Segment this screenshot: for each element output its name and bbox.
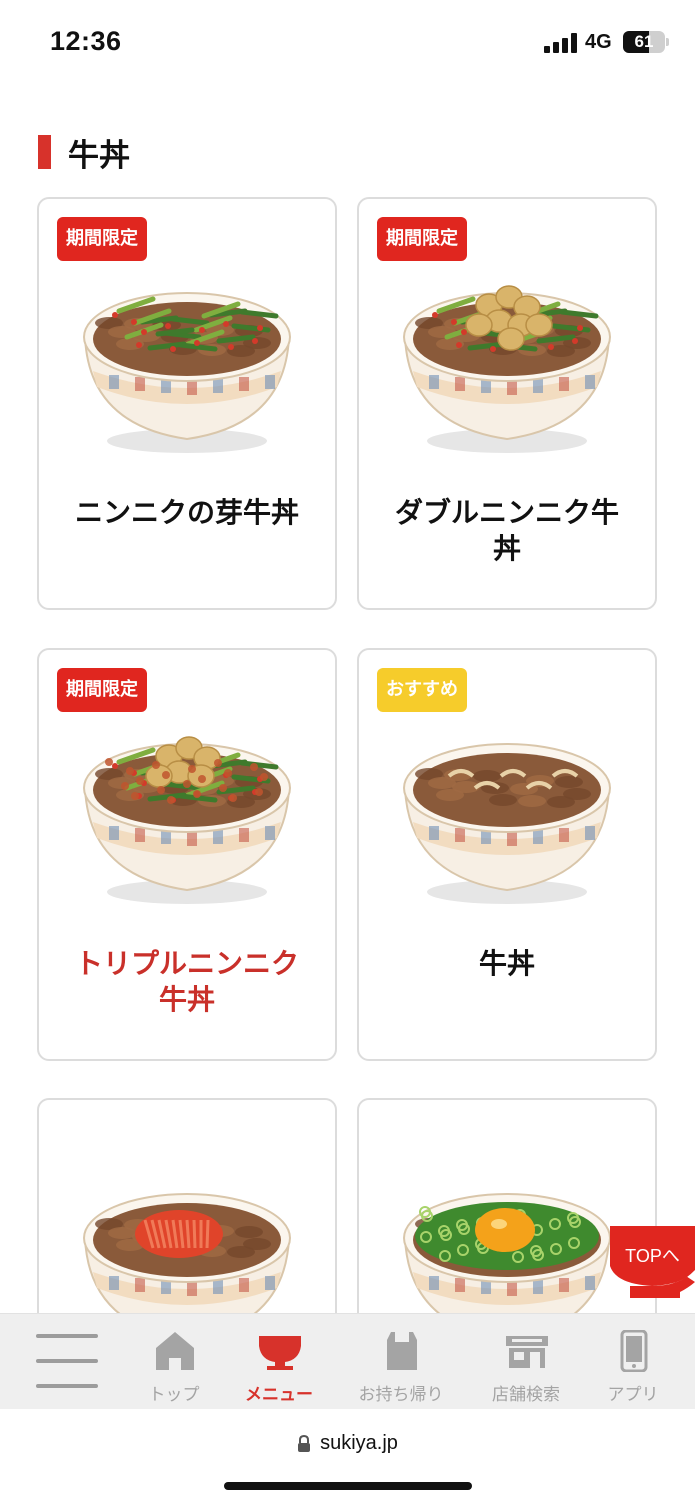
battery-level: 61 <box>634 32 654 51</box>
back-to-top-button[interactable]: TOPへ <box>610 1226 695 1298</box>
section-title: 牛丼 <box>68 137 130 174</box>
nav-item-takeout[interactable]: お持ち帰り <box>341 1326 461 1406</box>
address-field[interactable]: sukiya.jp <box>0 1432 695 1455</box>
menu-item-name: 牛丼 <box>379 946 635 982</box>
menu-item-name-line: トリプルニンニク <box>74 947 299 980</box>
bowl-icon <box>259 1336 301 1370</box>
phone-icon <box>620 1330 648 1372</box>
menu-item-name-line: ニンニクの芽牛丼 <box>74 496 299 529</box>
nav-label: トップ <box>148 1385 200 1405</box>
hamburger-icon[interactable] <box>36 1332 98 1390</box>
menu-card[interactable]: 期間限定 トリプルニンニク 牛丼 <box>37 648 337 1061</box>
battery-icon: 61 <box>623 31 665 53</box>
section-heading: 牛丼 <box>38 130 130 174</box>
bag-icon <box>387 1332 417 1370</box>
menu-card[interactable] <box>357 1098 657 1338</box>
menu-item-name: ニンニクの芽牛丼 <box>59 495 315 531</box>
gyudon-bowl-image <box>403 285 611 453</box>
menu-item-name-line: 牛丼 <box>478 947 535 980</box>
nav-label: メニュー <box>245 1385 313 1405</box>
menu-card[interactable]: 期間限定 ニンニクの芽牛丼 <box>37 197 337 610</box>
battery-nub <box>666 38 669 46</box>
gyudon-bowl-image <box>83 736 291 904</box>
signal-strength-icon <box>544 33 578 53</box>
store-icon <box>506 1336 548 1368</box>
limited-time-badge: 期間限定 <box>377 217 467 261</box>
menu-item-name: トリプルニンニク 牛丼 <box>59 946 315 1018</box>
nav-label: お持ち帰り <box>358 1385 444 1405</box>
recommended-badge: おすすめ <box>377 668 467 712</box>
home-indicator[interactable] <box>224 1482 472 1490</box>
section-marker <box>38 135 51 169</box>
status-bar: 12:36 4G 61 <box>0 0 695 90</box>
menu-item-name-line: 丼 <box>492 532 521 565</box>
menu-item-name-line: 牛丼 <box>158 983 215 1016</box>
back-to-top-label: TOPへ <box>625 1246 680 1266</box>
menu-card[interactable]: おすすめ 牛丼 <box>357 648 657 1061</box>
nav-label: アプリ <box>607 1385 659 1405</box>
nav-item-store-search[interactable]: 店舗検索 <box>466 1326 586 1406</box>
menu-card[interactable] <box>37 1098 337 1338</box>
menu-item-name-line: ダブルニンニク牛 <box>394 496 619 529</box>
limited-time-badge: 期間限定 <box>57 217 147 261</box>
nav-item-menu[interactable]: メニュー <box>219 1326 339 1406</box>
lock-icon <box>298 1434 311 1452</box>
limited-time-badge: 期間限定 <box>57 668 147 712</box>
nav-item-top[interactable]: トップ <box>114 1326 234 1406</box>
menu-card[interactable]: 期間限定 ダブルニンニク牛 丼 <box>357 197 657 610</box>
menu-item-name: ダブルニンニク牛 丼 <box>379 495 635 567</box>
nav-label: 店舗検索 <box>492 1385 560 1405</box>
home-icon <box>156 1332 194 1370</box>
browser-address-bar[interactable]: sukiya.jp <box>0 1410 695 1506</box>
network-type: 4G <box>585 31 612 53</box>
gyudon-bowl-image <box>83 292 291 453</box>
bottom-navigation: トップ メニュー お持ち帰り 店舗検索 アプリ <box>0 1313 695 1409</box>
gyudon-bowl-image <box>403 743 611 904</box>
status-time: 12:36 <box>50 26 122 56</box>
url-text: sukiya.jp <box>320 1432 398 1454</box>
nav-item-app[interactable]: アプリ <box>573 1326 693 1406</box>
